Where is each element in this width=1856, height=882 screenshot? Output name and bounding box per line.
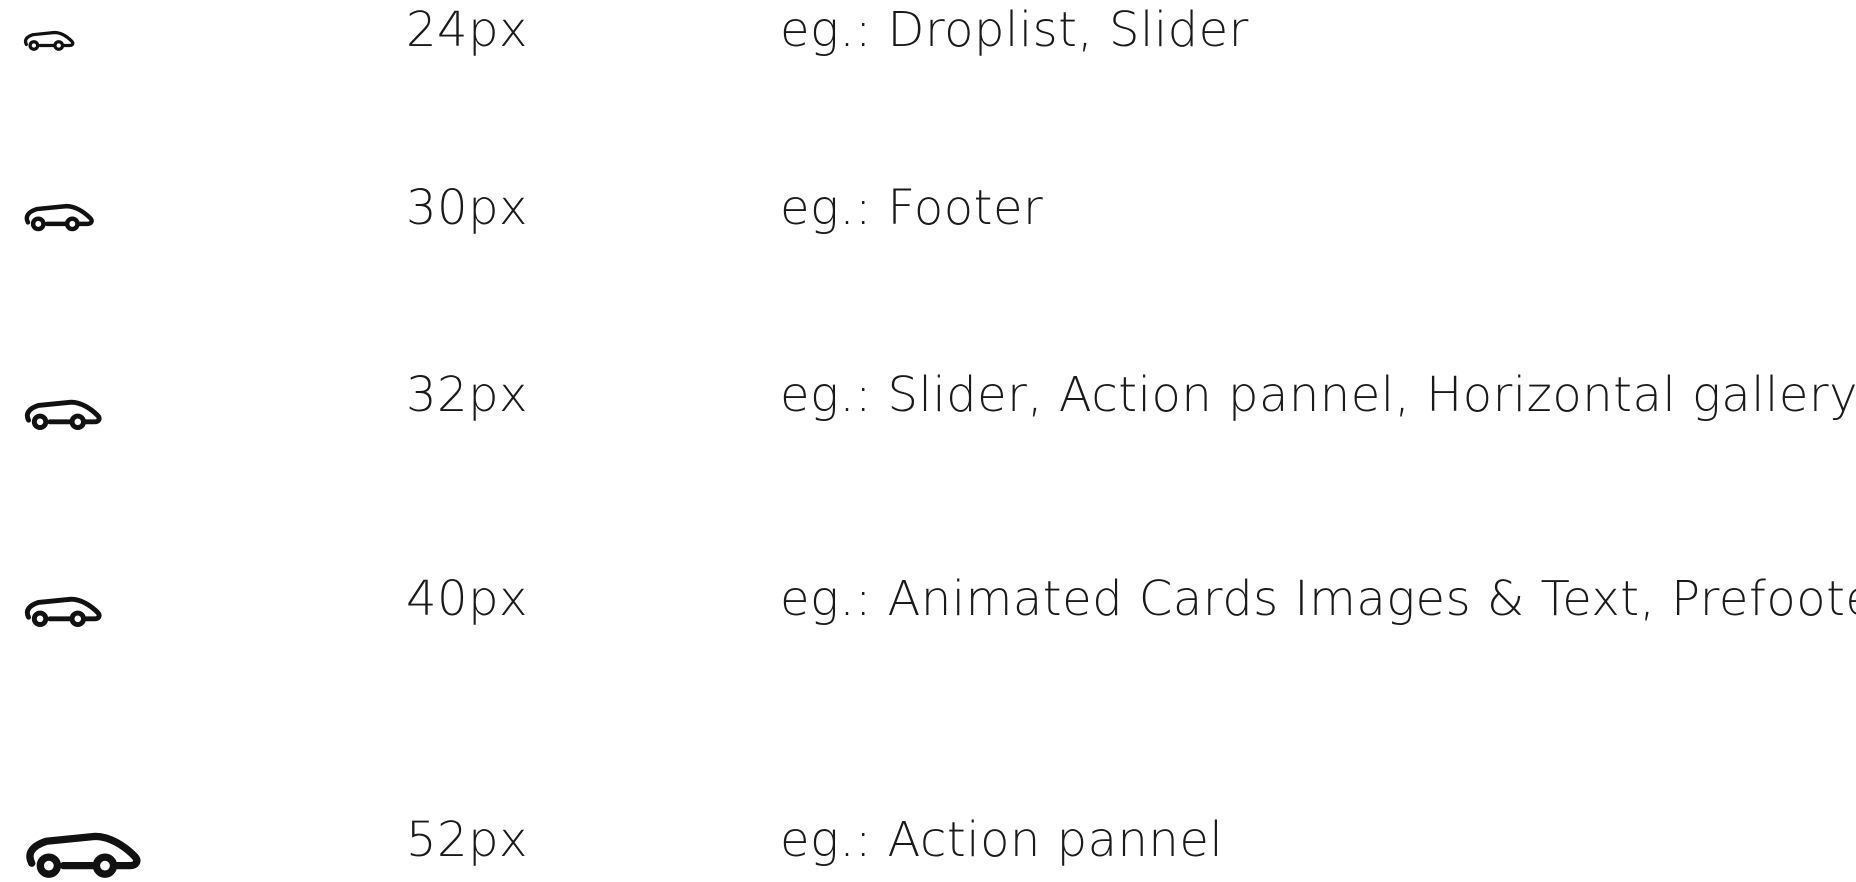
car-icon: [22, 200, 96, 232]
car-icon: [22, 28, 76, 51]
icon-size-label: 40px: [406, 571, 528, 627]
car-icon: [22, 395, 104, 431]
icon-size-label: 32px: [406, 367, 528, 423]
icon-usage-text: eg.: Footer: [780, 180, 1044, 236]
car-icon: [22, 592, 104, 628]
icon-usage-text: eg.: Slider, Action pannel, Horizontal g…: [780, 367, 1856, 423]
car-icon: [22, 826, 144, 878]
icon-usage-text: eg.: Animated Cards Images & Text, Prefo…: [780, 571, 1856, 627]
icon-usage-text: eg.: Droplist, Slider: [780, 2, 1249, 58]
icon-usage-text: eg.: Action pannel: [780, 812, 1224, 868]
icon-size-label: 30px: [406, 180, 528, 236]
icon-size-label: 24px: [406, 2, 528, 58]
icon-size-label: 52px: [406, 812, 528, 868]
